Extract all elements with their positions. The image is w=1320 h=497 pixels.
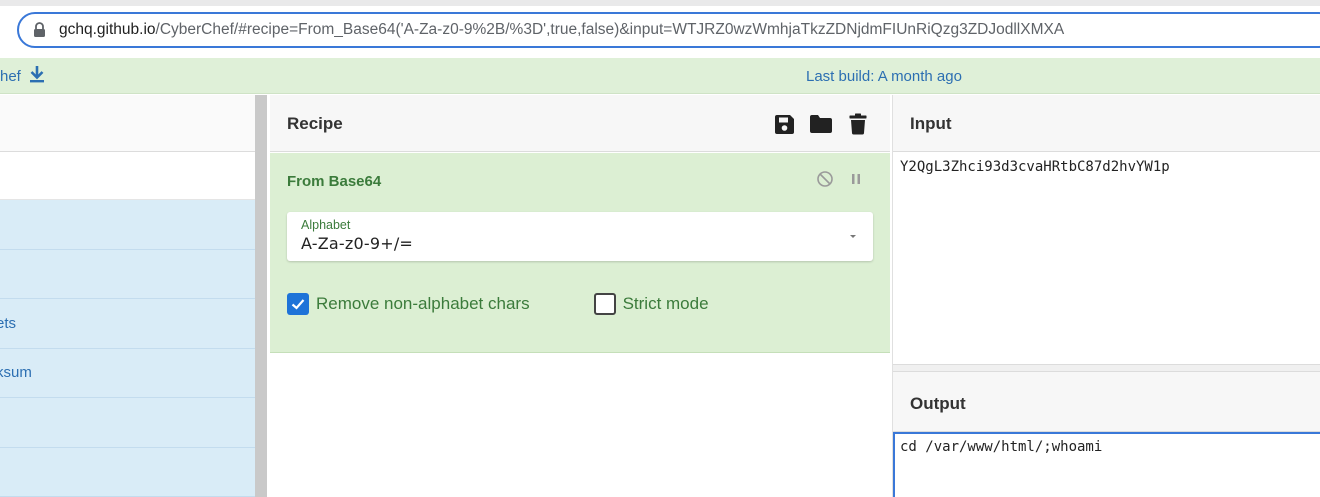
checkbox-unchecked-icon[interactable] [593,293,616,315]
download-icon [29,65,45,87]
input-title: Input [910,114,952,133]
operation-category-item[interactable]: ksum [0,349,255,398]
lock-icon [33,22,47,38]
strict-mode-label: Strict mode [622,294,709,313]
operation-category-label: ets [0,314,17,332]
download-link[interactable]: hef [0,58,45,94]
input-text: Y2QgL3Zhci93d3cvaHRtbC87d2hvYW1p [900,159,1170,175]
recipe-toolbar [772,112,870,136]
operation-options: Remove non-alphabet chars Strict mode [287,293,709,315]
chevron-down-icon [847,229,859,241]
checkbox-checked-icon[interactable] [287,293,309,315]
operations-panel: ets ksum [0,95,255,497]
remove-non-alphabet-label: Remove non-alphabet chars [316,294,530,313]
save-icon[interactable] [772,112,796,136]
disable-operation-icon[interactable] [816,170,834,193]
output-text: cd /var/www/html/;whoami [900,439,1103,455]
output-textarea[interactable]: cd /var/www/html/;whoami [893,432,1320,497]
operations-category-list: ets ksum [0,200,255,497]
alphabet-select[interactable]: Alphabet A-Za-z0-9+/= [287,212,873,261]
output-header: Output [893,372,1320,432]
recipe-panel: Recipe From Base64 Alphabet A-Za-z0-9+/=… [270,95,890,497]
operation-category-label: ksum [0,364,32,382]
operation-category-item[interactable] [0,398,255,448]
operation-category-item[interactable]: ets [0,299,255,349]
browser-chrome: gchq.github.io /CyberChef/#recipe=From_B… [0,0,1320,58]
panel-resize-gutter[interactable] [255,95,267,497]
trash-icon[interactable] [846,112,870,136]
strict-mode-checkbox[interactable]: Strict mode [593,293,709,315]
address-bar[interactable]: gchq.github.io /CyberChef/#recipe=From_B… [17,12,1320,48]
operations-search-input[interactable] [0,152,255,200]
io-divider[interactable] [893,364,1320,372]
recipe-title: Recipe [287,114,343,133]
folder-icon[interactable] [809,112,833,136]
operation-category-item[interactable] [0,448,255,497]
last-build-link[interactable]: Last build: A month ago [806,58,962,94]
operation-category-item[interactable] [0,200,255,250]
remove-non-alphabet-checkbox[interactable]: Remove non-alphabet chars [287,293,530,315]
output-title: Output [910,394,966,413]
pause-icon[interactable] [850,172,862,191]
operation-controls [816,170,862,193]
url-path: /CyberChef/#recipe=From_Base64('A-Za-z0-… [155,21,1065,38]
operations-header [0,95,255,152]
alphabet-label: Alphabet [301,218,351,232]
operation-category-item[interactable] [0,250,255,299]
operation-card-from-base64: From Base64 Alphabet A-Za-z0-9+/= Remove… [270,153,890,353]
url-host: gchq.github.io [59,21,156,38]
io-panel: Input Y2QgL3Zhci93d3cvaHRtbC87d2hvYW1p O… [892,95,1320,497]
input-textarea[interactable]: Y2QgL3Zhci93d3cvaHRtbC87d2hvYW1p [893,152,1320,364]
recipe-header: Recipe [270,95,890,152]
input-header: Input [893,95,1320,152]
operation-title: From Base64 [287,173,382,190]
alphabet-value: A-Za-z0-9+/= [301,234,414,253]
download-link-label: hef [0,67,21,85]
top-banner: hef Last build: A month ago [0,58,1320,94]
